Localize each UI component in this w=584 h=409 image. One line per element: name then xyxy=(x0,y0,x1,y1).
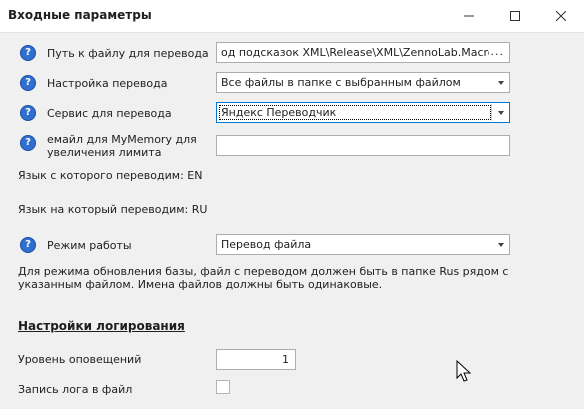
help-icon[interactable]: ? xyxy=(20,237,36,253)
work-mode-value: Перевод файла xyxy=(221,238,312,251)
dropdown-separator xyxy=(491,104,492,121)
close-icon xyxy=(556,11,566,21)
dropdown-arrow-icon xyxy=(498,111,504,115)
maximize-icon xyxy=(510,11,520,21)
translation-service-label: Сервис для перевода xyxy=(47,107,172,120)
log-to-file-label: Запись лога в файл xyxy=(18,383,133,396)
translation-setting-value: Все файлы в папке с выбранным файлом xyxy=(221,76,461,89)
help-icon[interactable]: ? xyxy=(20,45,36,61)
translation-setting-select[interactable]: Все файлы в папке с выбранным файлом xyxy=(216,72,510,93)
translation-setting-label: Настройка перевода xyxy=(47,77,168,90)
work-mode-select[interactable]: Перевод файла xyxy=(216,234,510,255)
minimize-icon xyxy=(464,15,474,17)
minimize-button[interactable] xyxy=(446,0,492,32)
help-icon[interactable]: ? xyxy=(20,105,36,121)
log-to-file-checkbox[interactable] xyxy=(216,380,230,394)
notification-level-input[interactable]: 1 xyxy=(216,349,296,370)
cursor-icon xyxy=(456,360,472,382)
title-bar: Входные параметры xyxy=(0,0,584,33)
help-icon[interactable]: ? xyxy=(20,135,36,151)
logging-section-title: Настройки логирования xyxy=(18,319,185,333)
info-note: Для режима обновления базы, файл с перев… xyxy=(18,265,509,291)
lang-to-text: Язык на который переводим: RU xyxy=(18,203,208,216)
help-icon[interactable]: ? xyxy=(20,75,36,91)
work-mode-label: Режим работы xyxy=(47,239,132,252)
file-path-field[interactable]: од подсказок XML\Release\XML\ZennoLab.Ma… xyxy=(216,42,510,63)
translation-service-select[interactable]: Яндекс Переводчик xyxy=(216,102,510,123)
dropdown-arrow-icon xyxy=(498,81,504,85)
dropdown-arrow-icon xyxy=(498,243,504,247)
browse-button[interactable]: ... xyxy=(491,45,505,58)
translation-service-value: Яндекс Переводчик xyxy=(221,106,337,119)
close-button[interactable] xyxy=(538,0,584,32)
mymemory-email-input[interactable] xyxy=(216,135,510,156)
lang-from-text: Язык с которого переводим: EN xyxy=(18,169,203,182)
file-path-label: Путь к файлу для перевода xyxy=(47,47,209,60)
window-title: Входные параметры xyxy=(8,8,152,22)
notification-level-value: 1 xyxy=(282,353,289,366)
mymemory-email-label: емайл для MyMemory для увеличения лимита xyxy=(47,133,197,159)
maximize-button[interactable] xyxy=(492,0,538,32)
notification-level-label: Уровень оповещений xyxy=(18,353,142,366)
file-path-value: од подсказок XML\Release\XML\ZennoLab.Ma… xyxy=(221,46,489,59)
